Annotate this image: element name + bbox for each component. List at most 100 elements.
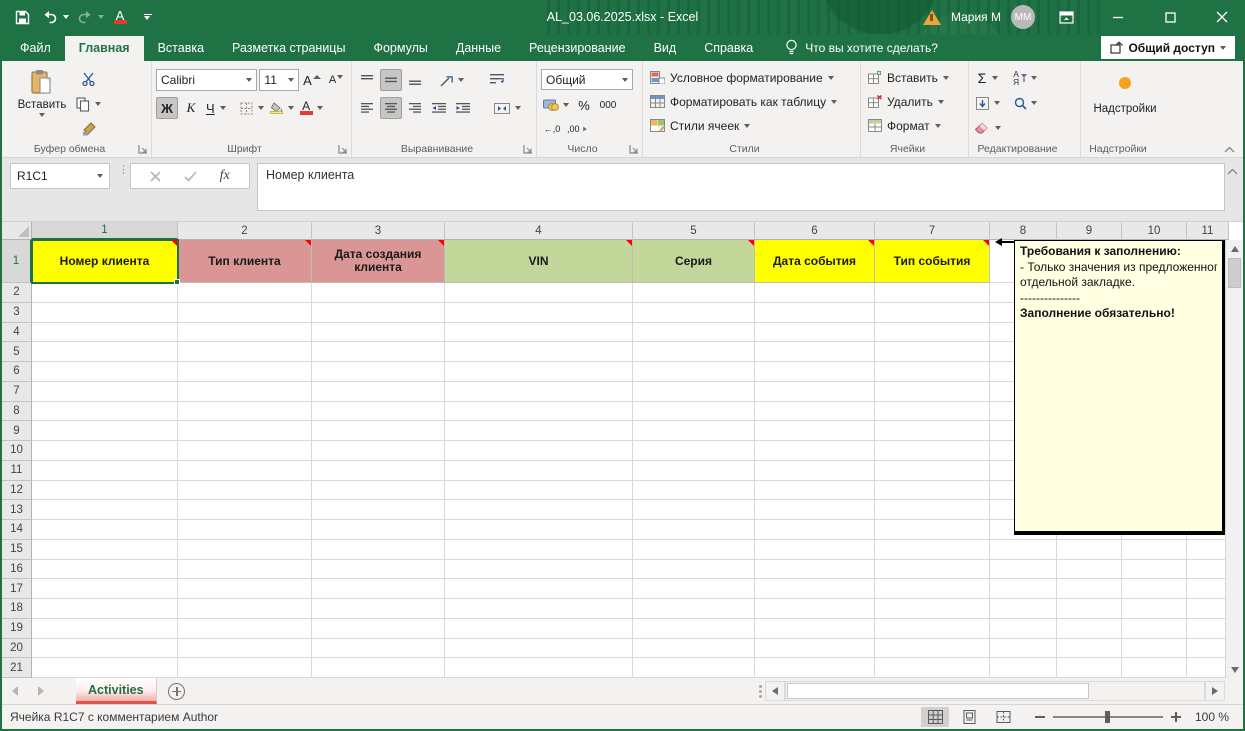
- row-header-7[interactable]: 7: [2, 382, 32, 402]
- row-header-3[interactable]: 3: [2, 303, 32, 323]
- cell-r18c1[interactable]: [32, 599, 178, 619]
- row-header-2[interactable]: 2: [2, 283, 32, 303]
- row-header-1[interactable]: 1: [2, 240, 32, 283]
- cell-r8c5[interactable]: [633, 402, 755, 422]
- cell-r11c2[interactable]: [178, 461, 312, 481]
- cell-r5c6[interactable]: [755, 342, 875, 362]
- cell-r12c3[interactable]: [312, 481, 445, 501]
- cell-r10c1[interactable]: [32, 441, 178, 461]
- cell-r3c6[interactable]: [755, 303, 875, 323]
- cell-r2c1[interactable]: [32, 283, 178, 303]
- column-header-9[interactable]: 9: [1057, 222, 1122, 240]
- column-header-7[interactable]: 7: [875, 222, 990, 240]
- cell-r13c2[interactable]: [178, 500, 312, 520]
- increase-decimal-button[interactable]: ←,0: [541, 118, 563, 140]
- tab-5[interactable]: Данные: [442, 36, 515, 61]
- cell-r13c7[interactable]: [875, 500, 990, 520]
- cell-r20c1[interactable]: [32, 639, 178, 659]
- cell-r18c6[interactable]: [755, 599, 875, 619]
- cell-r15c7[interactable]: [875, 540, 990, 560]
- cell-r16c6[interactable]: [755, 560, 875, 580]
- cell-r18c2[interactable]: [178, 599, 312, 619]
- cut-button[interactable]: [74, 68, 103, 90]
- cell-r2c5[interactable]: [633, 283, 755, 303]
- cell-r15c1[interactable]: [32, 540, 178, 560]
- zoom-out-button[interactable]: [1035, 716, 1045, 718]
- cell-r5c4[interactable]: [445, 342, 633, 362]
- cell-r17c3[interactable]: [312, 579, 445, 599]
- cell-r20c10[interactable]: [1122, 639, 1187, 659]
- cell-r21c10[interactable]: [1122, 658, 1187, 678]
- cell-r10c4[interactable]: [445, 441, 633, 461]
- clear-button[interactable]: [973, 117, 1003, 139]
- align-left-button[interactable]: [356, 97, 378, 119]
- cell-r6c7[interactable]: [875, 362, 990, 382]
- cell-r19c5[interactable]: [633, 619, 755, 639]
- cancel-icon[interactable]: [150, 171, 161, 182]
- cell-r4c6[interactable]: [755, 323, 875, 343]
- tab-7[interactable]: Вид: [640, 36, 691, 61]
- cell-r9c3[interactable]: [312, 421, 445, 441]
- cell-r15c11[interactable]: [1187, 540, 1229, 560]
- cell-r7c4[interactable]: [445, 382, 633, 402]
- number-format-combo[interactable]: Общий: [541, 69, 633, 90]
- cell-r15c3[interactable]: [312, 540, 445, 560]
- cell-r3c7[interactable]: [875, 303, 990, 323]
- cell-r9c1[interactable]: [32, 421, 178, 441]
- column-header-5[interactable]: 5: [633, 222, 755, 240]
- cell-r17c10[interactable]: [1122, 579, 1187, 599]
- row-header-20[interactable]: 20: [2, 639, 32, 659]
- dialog-launcher-icon[interactable]: [138, 144, 148, 154]
- cell-r9c4[interactable]: [445, 421, 633, 441]
- cell-r19c10[interactable]: [1122, 619, 1187, 639]
- cell-r7c6[interactable]: [755, 382, 875, 402]
- cell-r8c4[interactable]: [445, 402, 633, 422]
- shrink-font-button[interactable]: A: [325, 69, 347, 91]
- merge-center-button[interactable]: [492, 97, 523, 119]
- wrap-text-button[interactable]: [486, 69, 508, 91]
- cell-r16c10[interactable]: [1122, 560, 1187, 580]
- cell-r10c2[interactable]: [178, 441, 312, 461]
- cell-r21c5[interactable]: [633, 658, 755, 678]
- row-header-18[interactable]: 18: [2, 599, 32, 619]
- cell-r7c5[interactable]: [633, 382, 755, 402]
- cell-r2c2[interactable]: [178, 283, 312, 303]
- cell-r4c3[interactable]: [312, 323, 445, 343]
- cell-r21c4[interactable]: [445, 658, 633, 678]
- addins-button[interactable]: Надстройки: [1099, 66, 1151, 116]
- cell-r2c4[interactable]: [445, 283, 633, 303]
- row-header-6[interactable]: 6: [2, 362, 32, 382]
- cell-r7c2[interactable]: [178, 382, 312, 402]
- cell-r19c8[interactable]: [990, 619, 1057, 639]
- sheet-nav-right-button[interactable]: [28, 678, 54, 704]
- cell-r1c5[interactable]: Серия: [633, 240, 755, 283]
- find-select-button[interactable]: [1011, 92, 1039, 114]
- row-header-5[interactable]: 5: [2, 342, 32, 362]
- cell-r15c5[interactable]: [633, 540, 755, 560]
- tab-3[interactable]: Разметка страницы: [218, 36, 359, 61]
- cell-r21c11[interactable]: [1187, 658, 1229, 678]
- cell-r20c7[interactable]: [875, 639, 990, 659]
- cell-r14c7[interactable]: [875, 520, 990, 540]
- column-header-2[interactable]: 2: [178, 222, 312, 240]
- cell-r11c3[interactable]: [312, 461, 445, 481]
- font-color-button[interactable]: А: [298, 97, 325, 119]
- share-button[interactable]: Общий доступ: [1101, 36, 1235, 59]
- copy-button[interactable]: [74, 93, 103, 115]
- cell-r19c1[interactable]: [32, 619, 178, 639]
- row-header-12[interactable]: 12: [2, 481, 32, 501]
- cell-r17c5[interactable]: [633, 579, 755, 599]
- cell-r18c4[interactable]: [445, 599, 633, 619]
- font-name-combo[interactable]: Calibri: [156, 69, 257, 91]
- sheet-nav-left-button[interactable]: [2, 678, 28, 704]
- cell-r19c3[interactable]: [312, 619, 445, 639]
- vertical-scroll-thumb[interactable]: [1228, 258, 1241, 288]
- paste-button[interactable]: Вставить: [16, 64, 68, 118]
- cell-r21c1[interactable]: [32, 658, 178, 678]
- zoom-slider-thumb[interactable]: [1105, 711, 1110, 723]
- cell-r18c11[interactable]: [1187, 599, 1229, 619]
- cell-r3c3[interactable]: [312, 303, 445, 323]
- cell-r19c2[interactable]: [178, 619, 312, 639]
- cell-r21c9[interactable]: [1057, 658, 1122, 678]
- column-header-4[interactable]: 4: [445, 222, 633, 240]
